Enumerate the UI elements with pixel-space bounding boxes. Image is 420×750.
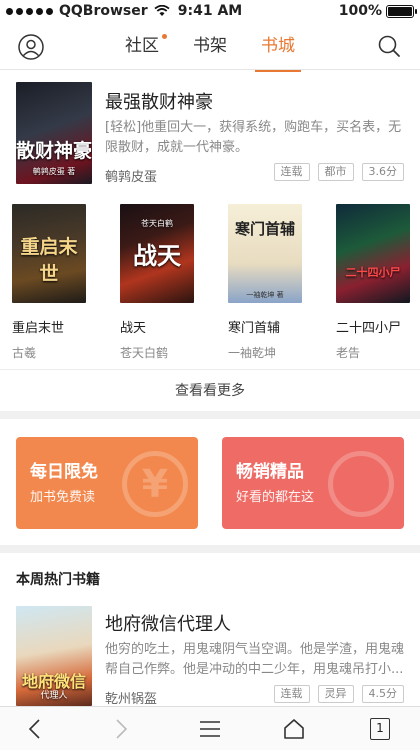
book-description: [轻松]他重回大一，获得系统，购跑车，买名表，无限散财，成就一代神豪。 [105, 120, 402, 155]
cover-subtitle: 代理人 [40, 691, 68, 701]
book-author: 一袖乾坤 [228, 346, 277, 360]
hot-book[interactable]: 地府微信 代理人 地府微信代理人 他穷的吃土，用鬼魂阴气当空调。他是学渣，用鬼魂… [0, 596, 420, 707]
featured-book[interactable]: 散财神豪 鹌鹑皮蛋 著 最强散财神豪 [轻松]他重回大一，获得系统，购跑车，买名… [0, 70, 420, 188]
book-title[interactable]: 二十四小尸 [336, 317, 416, 336]
fire-icon [328, 451, 394, 517]
book-cover[interactable]: 散财神豪 鹌鹑皮蛋 著 [16, 82, 92, 184]
search-icon[interactable] [376, 33, 402, 59]
cover-title: 二十四小尸 [345, 266, 401, 279]
tab-label: 书城 [261, 36, 295, 56]
main-tabs: 社区 书架 书城 [0, 24, 420, 72]
battery-icon [386, 4, 417, 18]
menu-icon[interactable] [198, 717, 222, 741]
tab-community[interactable]: 社区 [123, 24, 167, 70]
top-nav: 社区 书架 书城 [0, 24, 420, 72]
yuan-icon: ¥ [122, 451, 188, 517]
section-divider [0, 411, 420, 419]
book-author: 苍天白鹤 [120, 346, 169, 360]
browser-toolbar: 1 [0, 706, 420, 750]
tabs-icon[interactable]: 1 [370, 718, 390, 740]
rating-tag: 4.5分 [361, 685, 404, 703]
grid-book[interactable]: 二十四小尸 二十四小尸 老告 [336, 204, 416, 361]
tab-label: 社区 [125, 36, 159, 56]
status-tag: 连载 [273, 163, 310, 181]
book-cover[interactable]: 地府微信 代理人 [16, 606, 92, 706]
book-grid: 重启末世 重启末世 古羲 苍天白鹤 战天 战天 苍天白鹤 寒门首辅 一袖乾坤 著… [0, 200, 420, 368]
promo-subtitle: 加书免费读 [30, 490, 96, 505]
book-tags: 连载 都市 3.6分 [273, 163, 404, 181]
status-bar: QQBrowser 9:41 AM 100% [0, 0, 420, 24]
cover-title: 寒门首辅 [234, 220, 295, 238]
book-cover[interactable]: 寒门首辅 一袖乾坤 著 [228, 204, 302, 303]
yuan-glyph: ¥ [141, 462, 169, 506]
book-cover[interactable]: 苍天白鹤 战天 [120, 204, 194, 303]
tabs-count: 1 [376, 721, 384, 735]
book-author: 古羲 [12, 346, 37, 360]
forward-icon[interactable] [108, 717, 132, 741]
tab-bookstore[interactable]: 书城 [255, 24, 301, 72]
genre-tag: 都市 [317, 163, 354, 181]
book-author: 鹌鹑皮蛋 [105, 170, 158, 185]
promo-title: 每日限免 [30, 462, 98, 482]
back-icon[interactable] [24, 717, 48, 741]
grid-book[interactable]: 重启末世 重启末世 古羲 [12, 204, 92, 361]
promo-subtitle: 好看的都在这 [236, 490, 315, 505]
book-description: 他穷的吃土，用鬼魂阴气当空调。他是学渣，用鬼魂帮自己作弊。他是冲动的中二少年，用… [105, 642, 405, 677]
see-more-button[interactable]: 查看看更多 [0, 369, 420, 411]
promo-bestsellers[interactable]: 畅销精品 好看的都在这 [222, 437, 404, 529]
book-tags: 连载 灵异 4.5分 [273, 685, 404, 703]
cover-author: 苍天白鹤 [141, 219, 173, 228]
book-title[interactable]: 寒门首辅 [228, 317, 308, 336]
book-title[interactable]: 最强散财神豪 [105, 88, 213, 114]
book-cover[interactable]: 重启末世 [12, 204, 86, 303]
cover-title: 散财神豪 [16, 140, 92, 162]
notification-dot [162, 34, 167, 39]
book-author: 乾州锅盔 [105, 692, 158, 707]
battery-percent: 100% [338, 3, 382, 19]
cover-author: 一袖乾坤 著 [246, 291, 284, 299]
section-divider [0, 545, 420, 553]
promo-free-daily[interactable]: ¥ 每日限免 加书免费读 [16, 437, 198, 529]
grid-book[interactable]: 寒门首辅 一袖乾坤 著 寒门首辅 一袖乾坤 [228, 204, 308, 361]
tab-bookshelf[interactable]: 书架 [191, 24, 229, 70]
cover-title: 重启末世 [20, 236, 78, 285]
book-cover[interactable]: 二十四小尸 [336, 204, 410, 303]
genre-tag: 灵异 [317, 685, 354, 703]
book-title[interactable]: 重启末世 [12, 317, 92, 336]
grid-book[interactable]: 苍天白鹤 战天 战天 苍天白鹤 [120, 204, 200, 361]
status-tag: 连载 [273, 685, 310, 703]
rating-tag: 3.6分 [361, 163, 404, 181]
home-icon[interactable] [282, 717, 306, 741]
cover-author: 鹌鹑皮蛋 著 [32, 167, 76, 176]
book-title[interactable]: 地府微信代理人 [105, 610, 231, 636]
book-title[interactable]: 战天 [120, 317, 200, 336]
cover-title: 战天 [133, 242, 181, 270]
promo-title: 畅销精品 [236, 462, 304, 482]
book-author: 老告 [336, 346, 361, 360]
tab-label: 书架 [193, 36, 227, 56]
section-heading: 本周热门书籍 [16, 572, 100, 588]
